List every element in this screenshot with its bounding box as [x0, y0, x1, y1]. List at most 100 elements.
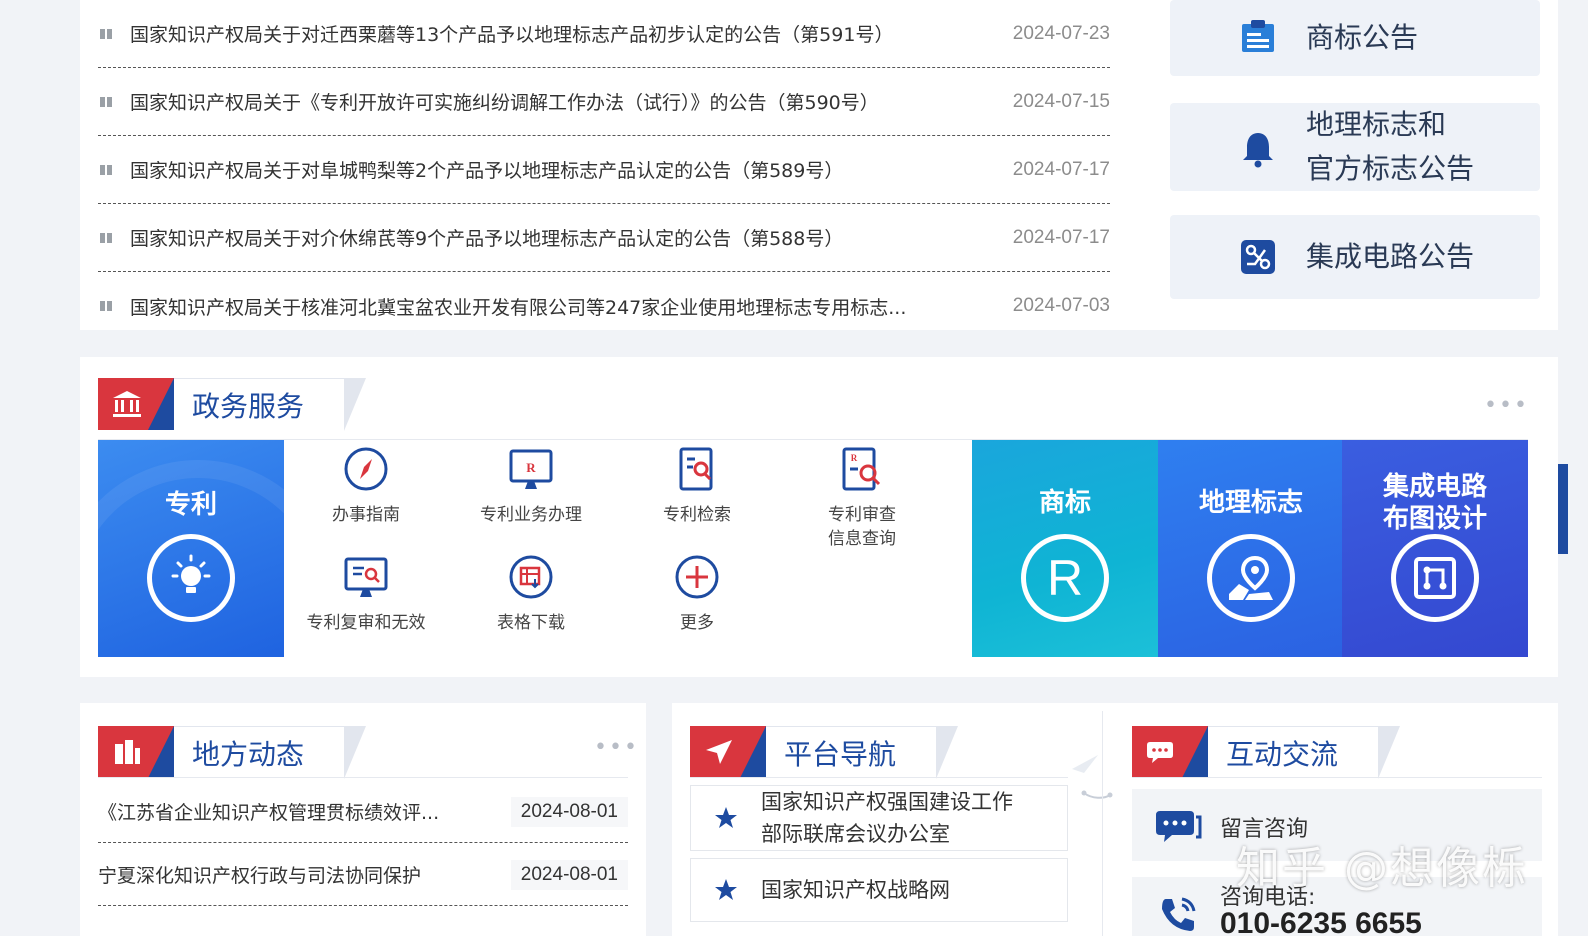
city-buildings-icon	[115, 740, 140, 764]
list-item[interactable]: 《江苏省企业知识产权管理贯标绩效评... 2024-08-01	[98, 781, 628, 843]
list-item[interactable]: 宁夏深化知识产权行政与司法协同保护 2024-08-01	[98, 844, 628, 906]
section-badge	[690, 726, 766, 778]
patent-exam-info[interactable]: R 专利审查 信息查询	[782, 445, 942, 551]
registered-symbol: R	[1046, 550, 1084, 606]
section-header: 平台导航	[690, 726, 959, 779]
section-header: 地方动态	[98, 726, 367, 779]
ic-tile-label-line2: 布图设计	[1382, 504, 1487, 534]
chat-bubble-icon	[1147, 742, 1173, 763]
service-label: 表格下载	[497, 613, 565, 633]
announcement-title[interactable]: 国家知识产权局关于核准河北冀宝盆农业开发有限公司等247家企业使用地理标志专用标…	[130, 293, 1013, 320]
decorative-plane-icon	[1072, 755, 1113, 799]
bell-icon	[1243, 133, 1273, 168]
plus-circle-icon	[675, 555, 719, 599]
phone-icon	[1162, 897, 1196, 931]
nav-link-strategy[interactable]: 国家知识产权战略网	[690, 858, 1068, 922]
trademark-tile-label: 商标	[1038, 488, 1091, 518]
divider	[690, 777, 1068, 778]
trademark-notice-label: 商标公告	[1306, 21, 1419, 54]
ic-layout-tile[interactable]: 集成电路 布图设计	[1342, 440, 1528, 657]
clipboard-icon	[1242, 20, 1274, 52]
patent-search[interactable]: 专利检索	[617, 445, 777, 527]
bullet-icon	[100, 232, 112, 243]
nav-link-line1: 国家知识产权强国建设工作	[761, 790, 1013, 814]
section-tab[interactable]: 地方动态	[174, 726, 367, 779]
more-services[interactable]: 更多	[617, 553, 777, 635]
local-news-title[interactable]: 宁夏深化知识产权行政与司法协同保护	[98, 861, 511, 888]
circuit-board-icon	[1391, 534, 1479, 622]
watermark: 知乎 @想像栎	[1236, 843, 1528, 894]
map-pin-icon	[1207, 534, 1295, 622]
section-tab[interactable]: 政务服务	[174, 378, 367, 431]
screen-document-icon	[344, 557, 388, 597]
lightbulb-icon	[147, 534, 235, 622]
trademark-tile[interactable]: 商标 R	[972, 440, 1158, 657]
patent-tile-label: 专利	[164, 490, 217, 520]
svg-text:R: R	[526, 460, 536, 475]
announcement-list: 国家知识产权局关于对迁西栗蘑等13个产品予以地理标志产品初步认定的公告（第591…	[98, 0, 1110, 340]
patent-business[interactable]: R 专利业务办理	[451, 445, 611, 527]
divider	[1132, 777, 1542, 778]
announcement-title[interactable]: 国家知识产权局关于对迁西栗蘑等13个产品予以地理标志产品初步认定的公告（第591…	[130, 20, 1013, 47]
ic-notice-button[interactable]: 集成电路公告	[1170, 215, 1540, 299]
nav-link-text: 国家知识产权强国建设工作 部际联席会议办公室	[761, 786, 1013, 850]
ic-notice-label: 集成电路公告	[1306, 240, 1475, 273]
monitor-icon: R	[509, 449, 553, 489]
section-tab[interactable]: 互动交流	[1208, 726, 1401, 779]
navigation-arrow-icon	[706, 740, 732, 764]
section-badge	[1132, 726, 1208, 778]
announcement-date: 2024-07-03	[1012, 295, 1110, 316]
section-title: 平台导航	[784, 737, 897, 771]
building-icon	[113, 391, 141, 417]
form-download[interactable]: 表格下载	[451, 553, 611, 635]
patent-reexam[interactable]: 专利复审和无效	[286, 553, 446, 635]
section-badge	[98, 726, 174, 778]
service-guide[interactable]: 办事指南	[286, 445, 446, 527]
platform-interact-card: 平台导航 国家知识产权强国建设工作 部际联席会议办公室 国家知识产权战略网 互动…	[672, 703, 1558, 936]
list-item[interactable]: 国家知识产权局关于对介休绵芪等9个产品予以地理标志产品认定的公告（第588号） …	[98, 204, 1110, 272]
section-badge	[98, 378, 174, 430]
local-news-card: 地方动态 ••• 《江苏省企业知识产权管理贯标绩效评... 2024-08-01…	[80, 703, 646, 936]
service-label: 专利复审和无效	[306, 613, 426, 633]
announcement-title[interactable]: 国家知识产权局关于对介休绵芪等9个产品予以地理标志产品认定的公告（第588号）	[130, 224, 1013, 251]
geo-notice-button[interactable]: 地理标志和 官方标志公告	[1170, 103, 1540, 191]
side-scroll-indicator[interactable]	[1558, 464, 1568, 554]
message-icon	[1156, 811, 1202, 842]
document-search-icon	[679, 447, 713, 491]
geo-indication-tile[interactable]: 地理标志	[1158, 440, 1344, 657]
announcement-date: 2024-07-23	[1012, 22, 1110, 44]
more-button[interactable]: •••	[1484, 393, 1529, 418]
section-title: 政务服务	[192, 389, 305, 423]
star-icon	[691, 806, 761, 830]
service-label: 专利检索	[663, 505, 731, 525]
section-title: 地方动态	[192, 737, 305, 771]
review-search-icon: R	[842, 447, 881, 491]
list-item[interactable]: 国家知识产权局关于核准河北冀宝盆农业开发有限公司等247家企业使用地理标志专用标…	[98, 272, 1110, 340]
vertical-divider	[1102, 711, 1103, 936]
list-item[interactable]: 国家知识产权局关于《专利开放许可实施纠纷调解工作办法（试行）》的公告（第590号…	[98, 68, 1110, 136]
section-tab[interactable]: 平台导航	[766, 726, 959, 779]
circuit-icon	[1241, 240, 1275, 274]
registered-mark-icon: R	[1021, 534, 1109, 622]
list-item[interactable]: 国家知识产权局关于对迁西栗蘑等13个产品予以地理标志产品初步认定的公告（第591…	[98, 0, 1110, 68]
compass-icon	[344, 447, 388, 491]
service-label: 办事指南	[332, 505, 400, 525]
geo-notice-label-line1: 地理标志和	[1306, 108, 1447, 141]
more-button[interactable]: •••	[594, 735, 639, 760]
announcement-date: 2024-07-17	[1012, 226, 1110, 248]
local-news-date: 2024-08-01	[510, 796, 628, 827]
announcement-title[interactable]: 国家知识产权局关于《专利开放许可实施纠纷调解工作办法（试行）》的公告（第590号…	[130, 88, 1013, 115]
local-news-title[interactable]: 《江苏省企业知识产权管理贯标绩效评...	[98, 798, 511, 825]
nav-link-ip-power[interactable]: 国家知识产权强国建设工作 部际联席会议办公室	[690, 785, 1068, 851]
section-header: 互动交流	[1132, 726, 1401, 779]
service-label: 更多	[680, 613, 714, 633]
patent-tile[interactable]: 专利	[98, 440, 284, 657]
trademark-notice-button[interactable]: 商标公告	[1170, 0, 1540, 76]
nav-link-label: 国家知识产权战略网	[761, 878, 950, 902]
table-download-icon	[509, 555, 553, 599]
star-icon	[691, 878, 761, 902]
bullet-icon	[100, 28, 112, 39]
announcement-card: 国家知识产权局关于对迁西栗蘑等13个产品予以地理标志产品初步认定的公告（第591…	[80, 0, 1558, 330]
list-item[interactable]: 国家知识产权局关于对阜城鸭梨等2个产品予以地理标志产品认定的公告（第589号） …	[98, 136, 1110, 204]
announcement-title[interactable]: 国家知识产权局关于对阜城鸭梨等2个产品予以地理标志产品认定的公告（第589号）	[130, 156, 1013, 183]
